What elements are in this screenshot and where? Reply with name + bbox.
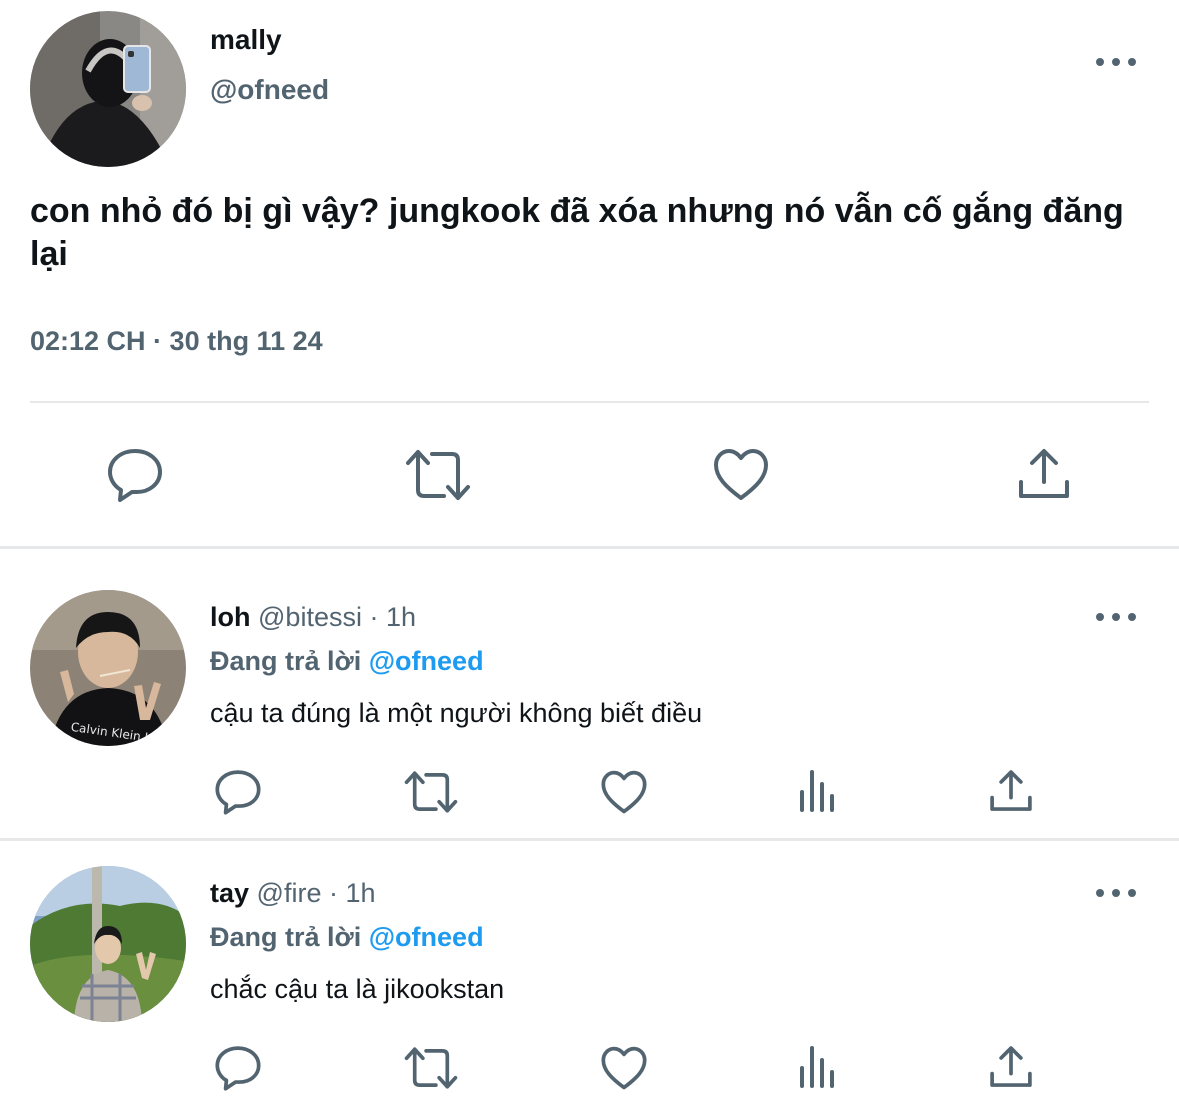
retweet-icon[interactable]: [404, 448, 472, 502]
dot-separator: ·: [369, 602, 379, 632]
like-icon[interactable]: [712, 448, 770, 502]
reply-more-options-icon[interactable]: [1096, 611, 1136, 623]
reply-header: loh @bitessi · 1h: [210, 602, 416, 633]
reply-text: cậu ta đúng là một người không biết điều: [210, 698, 703, 728]
reply-author-avatar[interactable]: Calvin Klein Jea: [30, 590, 186, 746]
reply-more-options-icon[interactable]: [1096, 887, 1136, 899]
main-author-handle[interactable]: @ofneed: [210, 74, 329, 106]
reply-author-name[interactable]: loh: [210, 602, 251, 632]
divider: [0, 546, 1179, 549]
replying-to-label: Đang trả lời: [210, 646, 362, 676]
retweet-icon[interactable]: [403, 1046, 459, 1090]
divider: [30, 401, 1149, 403]
divider: [0, 838, 1179, 841]
views-icon[interactable]: [798, 768, 838, 812]
replying-to-line: Đang trả lời @ofneed: [210, 922, 484, 953]
reply-author-handle[interactable]: @fire: [257, 878, 322, 908]
replying-to-label: Đang trả lời: [210, 922, 362, 952]
share-icon[interactable]: [1016, 446, 1072, 502]
retweet-icon[interactable]: [403, 770, 459, 814]
reply-header: tay @fire · 1h: [210, 878, 376, 909]
main-author-avatar[interactable]: [30, 11, 186, 167]
replying-to-line: Đang trả lời @ofneed: [210, 646, 484, 677]
like-icon[interactable]: [600, 1046, 648, 1091]
replying-to-mention[interactable]: @ofneed: [369, 646, 484, 676]
reply-author-avatar[interactable]: [30, 866, 186, 1022]
reply-author-name[interactable]: tay: [210, 878, 249, 908]
reply-time[interactable]: 1h: [346, 878, 376, 908]
reply-icon[interactable]: [214, 768, 262, 816]
reply-time[interactable]: 1h: [386, 602, 416, 632]
views-icon[interactable]: [798, 1044, 838, 1088]
main-author-name[interactable]: mally: [210, 24, 282, 56]
main-tweet-text: con nhỏ đó bị gì vậy? jungkook đã xóa nh…: [30, 192, 1124, 273]
reply-author-handle[interactable]: @bitessi: [258, 602, 362, 632]
share-icon[interactable]: [988, 768, 1034, 814]
main-tweet-timestamp[interactable]: 02:12 CH · 30 thg 11 24: [30, 326, 323, 357]
main-more-options-icon[interactable]: [1096, 56, 1136, 68]
dot-separator: ·: [328, 878, 338, 908]
share-icon[interactable]: [988, 1044, 1034, 1090]
reply-icon[interactable]: [106, 446, 164, 504]
reply-icon[interactable]: [214, 1044, 262, 1092]
like-icon[interactable]: [600, 770, 648, 815]
reply-text: chắc cậu ta là jikookstan: [210, 974, 505, 1004]
replying-to-mention[interactable]: @ofneed: [369, 922, 484, 952]
